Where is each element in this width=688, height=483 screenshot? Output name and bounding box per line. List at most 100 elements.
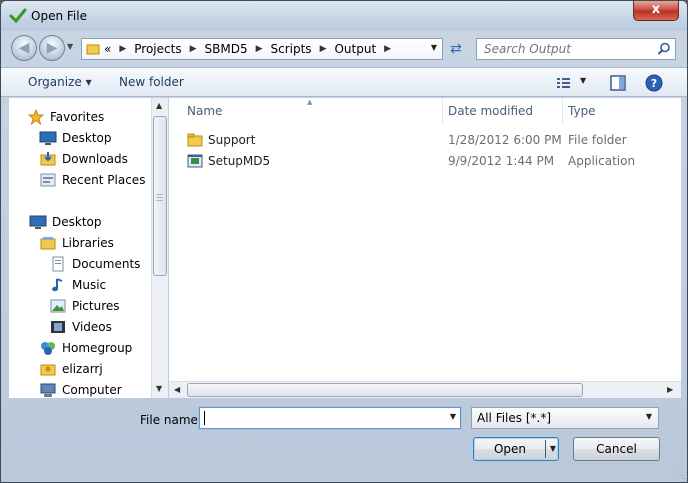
scroll-grip-icon: — — —: [156, 190, 163, 204]
chevron-right-icon[interactable]: ▶: [119, 42, 126, 57]
title-bar[interactable]: Open File x: [1, 1, 687, 31]
sidebar-item-desktop-root[interactable]: Desktop: [29, 212, 102, 232]
libraries-icon: [40, 237, 56, 250]
scroll-up-arrow-icon[interactable]: ▲: [156, 101, 162, 110]
scrollbar-thumb[interactable]: [187, 383, 583, 397]
desktop-icon: [39, 131, 57, 145]
desktop-icon: [29, 215, 47, 229]
user-folder-icon: [40, 364, 56, 376]
resize-grip-icon[interactable]: ⋱: [677, 471, 686, 481]
sort-ascending-icon: ▲: [307, 98, 313, 106]
file-date: 9/9/2012 1:44 PM: [448, 154, 555, 168]
search-icon[interactable]: [657, 42, 671, 56]
documents-icon: [52, 256, 64, 272]
preview-pane-icon[interactable]: [609, 74, 627, 92]
refresh-icon: ⇄: [450, 41, 462, 57]
open-button-label: Open: [493, 442, 527, 456]
search-input[interactable]: [482, 41, 652, 57]
chevron-down-icon[interactable]: ▼: [550, 438, 556, 460]
scroll-right-arrow-icon[interactable]: ▶: [667, 385, 673, 394]
downloads-icon: [40, 152, 56, 166]
pictures-icon: [50, 299, 66, 313]
help-icon[interactable]: ?: [645, 74, 663, 92]
chevron-down-icon[interactable]: ▼: [450, 412, 456, 421]
close-button[interactable]: x: [633, 1, 679, 21]
back-button[interactable]: ◀: [11, 35, 37, 61]
sidebar-item-music[interactable]: Music: [49, 275, 106, 295]
file-name: SetupMD5: [208, 154, 271, 168]
text-caret: [204, 411, 205, 425]
address-history-dropdown[interactable]: ▼: [431, 43, 437, 52]
navigation-pane-scrollbar[interactable]: ▲ — — — ▼: [151, 98, 168, 398]
file-name-label: File name:: [140, 413, 202, 427]
sidebar-item-pictures[interactable]: Pictures: [49, 296, 120, 316]
chevron-down-icon: ▼: [645, 412, 652, 421]
refresh-button[interactable]: ⇄: [445, 38, 467, 60]
chevron-right-icon[interactable]: ▶: [320, 42, 327, 57]
svg-text:?: ?: [651, 77, 657, 90]
command-toolbar: Organize ▾ New folder ▼ ?: [1, 67, 687, 97]
chevron-right-icon[interactable]: ▶: [256, 42, 263, 57]
open-file-dialog: Open File x ◀ ▶ ▼ « ▶ Projects ▶ SBMD5 ▶: [0, 0, 688, 483]
sidebar-item-computer[interactable]: Computer: [39, 380, 122, 398]
address-bar[interactable]: « ▶ Projects ▶ SBMD5 ▶ Scripts ▶ Output …: [81, 38, 443, 60]
sidebar-item-videos[interactable]: Videos: [49, 317, 112, 337]
sidebar-item-libraries[interactable]: Libraries: [39, 233, 114, 253]
film-icon: [51, 321, 65, 333]
file-name-field[interactable]: ▼: [198, 406, 462, 430]
homegroup-icon: [41, 342, 55, 355]
chevron-right-icon[interactable]: ▶: [190, 42, 197, 57]
file-date: 1/28/2012 6:00 PM: [448, 133, 562, 147]
folder-icon: [187, 133, 203, 147]
navigation-bar: ◀ ▶ ▼ « ▶ Projects ▶ SBMD5 ▶ Scripts ▶ O…: [1, 31, 687, 67]
cancel-button[interactable]: Cancel: [573, 437, 660, 461]
file-type: File folder: [568, 133, 627, 147]
sidebar-item-documents[interactable]: Documents: [49, 254, 140, 274]
recent-places-icon: [40, 173, 56, 187]
folder-icon: [86, 44, 100, 55]
column-header-type[interactable]: Type: [562, 98, 681, 124]
breadcrumb-sbmd5[interactable]: SBMD5: [205, 42, 248, 57]
file-row-support[interactable]: Support 1/28/2012 6:00 PM File folder: [169, 130, 681, 150]
search-box[interactable]: [476, 38, 676, 60]
recent-pages-dropdown[interactable]: ▼: [67, 42, 73, 51]
breadcrumb: « ▶ Projects ▶ SBMD5 ▶ Scripts ▶ Output …: [104, 42, 399, 57]
new-folder-button[interactable]: New folder: [119, 75, 184, 89]
scroll-left-arrow-icon[interactable]: ◀: [174, 385, 180, 394]
dialog-footer: File name: ▼ All Files [*.*] ▼ Open ▼ Ca…: [1, 399, 687, 482]
sidebar-item-favorites[interactable]: Favorites: [27, 107, 104, 127]
computer-icon: [40, 383, 56, 397]
navigation-pane: Favorites Desktop Downloads Recent Place…: [9, 98, 167, 398]
file-row-setupmd5[interactable]: SetupMD5 9/9/2012 1:44 PM Application: [169, 151, 681, 171]
scroll-down-arrow-icon[interactable]: ▼: [156, 384, 162, 393]
split-divider: [545, 440, 546, 458]
close-icon: x: [651, 2, 661, 17]
file-type-select[interactable]: All Files [*.*] ▼: [471, 407, 659, 429]
star-icon: [27, 109, 45, 125]
forward-button[interactable]: ▶: [39, 35, 65, 61]
file-name: Support: [208, 133, 256, 147]
sidebar-item-recent-places[interactable]: Recent Places: [39, 170, 145, 190]
file-type: Application: [568, 154, 636, 168]
green-check-icon: [9, 8, 27, 24]
view-dropdown-arrow[interactable]: ▼: [580, 76, 586, 85]
application-icon: [187, 154, 203, 168]
breadcrumb-scripts[interactable]: Scripts: [271, 42, 312, 57]
file-list: Name ▲ Date modified Type Support 1/28/2…: [169, 98, 681, 398]
forward-arrow-icon: ▶: [46, 40, 58, 56]
breadcrumb-overflow[interactable]: «: [104, 42, 111, 57]
sidebar-item-downloads[interactable]: Downloads: [39, 149, 128, 169]
sidebar-item-desktop[interactable]: Desktop: [39, 128, 112, 148]
back-arrow-icon: ◀: [18, 40, 30, 56]
organize-button[interactable]: Organize ▾: [28, 75, 92, 89]
chevron-right-icon[interactable]: ▶: [384, 42, 391, 57]
open-button[interactable]: Open ▼: [473, 437, 559, 461]
sidebar-item-user[interactable]: elizarrj: [39, 359, 103, 379]
column-header-date-modified[interactable]: Date modified: [442, 98, 563, 124]
sidebar-item-homegroup[interactable]: Homegroup: [39, 338, 132, 358]
view-options-icon[interactable]: [555, 74, 573, 92]
breadcrumb-output[interactable]: Output: [334, 42, 376, 57]
file-list-horizontal-scrollbar[interactable]: ◀ ▶: [169, 381, 681, 398]
breadcrumb-projects[interactable]: Projects: [134, 42, 181, 57]
file-type-value: All Files [*.*]: [477, 411, 552, 425]
